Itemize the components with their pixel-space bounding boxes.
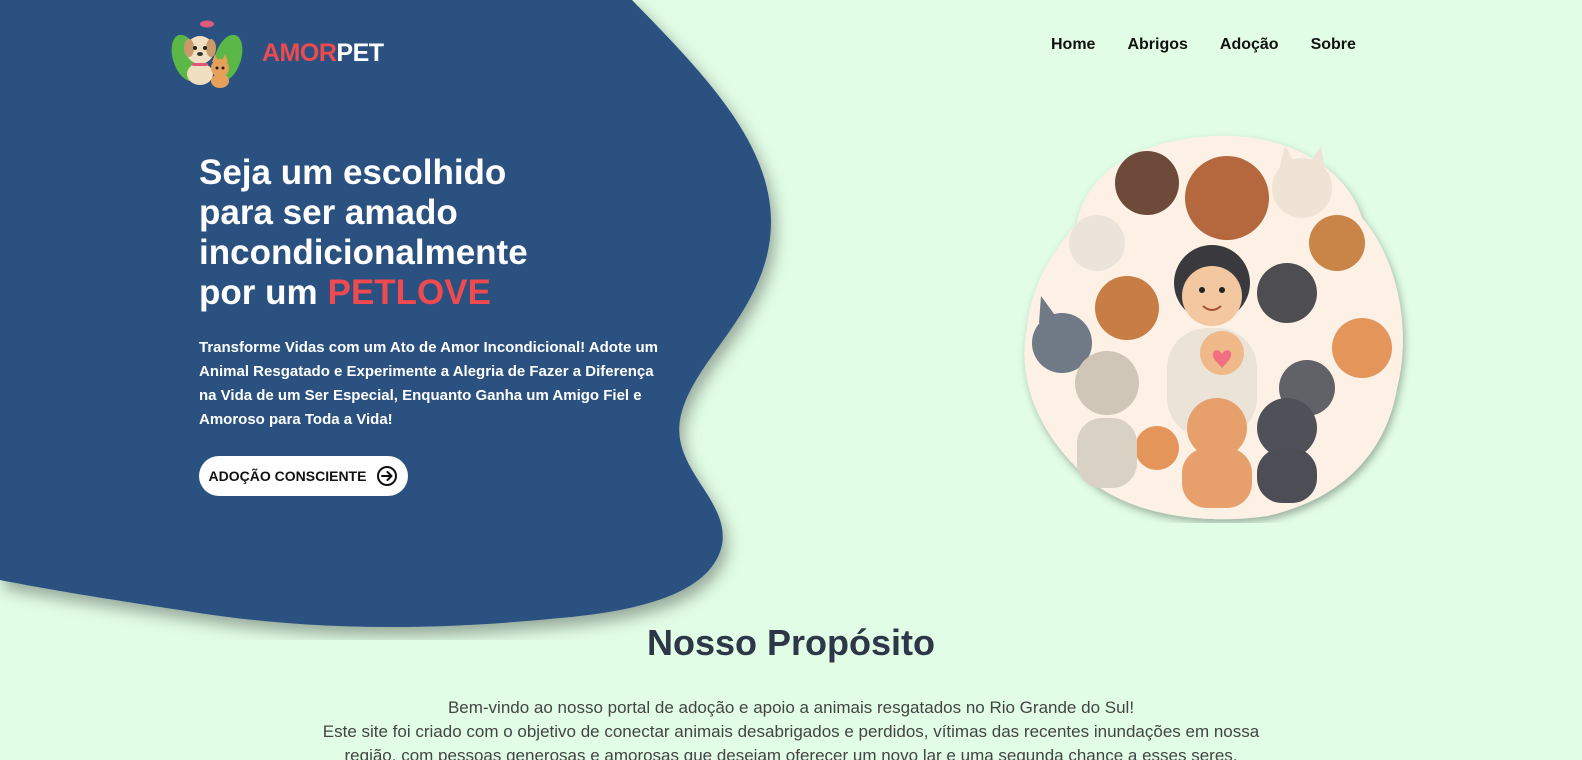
brand-name: AMORPET <box>262 39 384 68</box>
section-line-2: Este site foi criado com o objetivo de c… <box>322 722 1260 741</box>
nav-sobre[interactable]: Sobre <box>1311 36 1356 54</box>
adocao-consciente-button[interactable]: ADOÇÃO CONSCIENTE <box>199 456 408 496</box>
dog-and-cat-logo-icon <box>171 20 243 88</box>
hero-title-line-3: incondicionalmente <box>199 233 528 272</box>
hero-subtitle: Transforme Vidas com um Ato de Amor Inco… <box>199 339 658 428</box>
nav-adocao[interactable]: Adoção <box>1220 36 1279 54</box>
brand-logo[interactable]: AMORPET <box>170 18 384 88</box>
hero-title-line-4: por um <box>199 273 318 312</box>
section-line-1: Bem-vindo ao nosso portal de adoção e ap… <box>447 698 1135 717</box>
hero-title: Seja um escolhido para ser amado incondi… <box>199 153 619 313</box>
brand-name-part2: PET <box>336 38 384 67</box>
main-nav: Home Abrigos Adoção Sobre <box>1051 36 1356 54</box>
nav-abrigos[interactable]: Abrigos <box>1127 36 1187 54</box>
hero-title-accent: PETLOVE <box>327 273 491 312</box>
pets-group-illustration <box>1024 135 1403 520</box>
section-title: Nosso Propósito <box>646 622 936 663</box>
cta-label: ADOÇÃO CONSCIENTE <box>208 468 367 484</box>
arrow-right-circle-icon <box>377 466 398 486</box>
hero-blob-background <box>0 0 772 628</box>
section-line-3: região, com pessoas generosas e amorosas… <box>344 746 1238 760</box>
hero-title-line-2: para ser amado <box>199 193 458 232</box>
section-text: Bem-vindo ao nosso portal de adoção e ap… <box>291 696 1291 760</box>
hero-title-line-1: Seja um escolhido <box>199 153 507 192</box>
nav-home[interactable]: Home <box>1051 36 1095 54</box>
brand-name-part1: AMOR <box>262 38 337 67</box>
